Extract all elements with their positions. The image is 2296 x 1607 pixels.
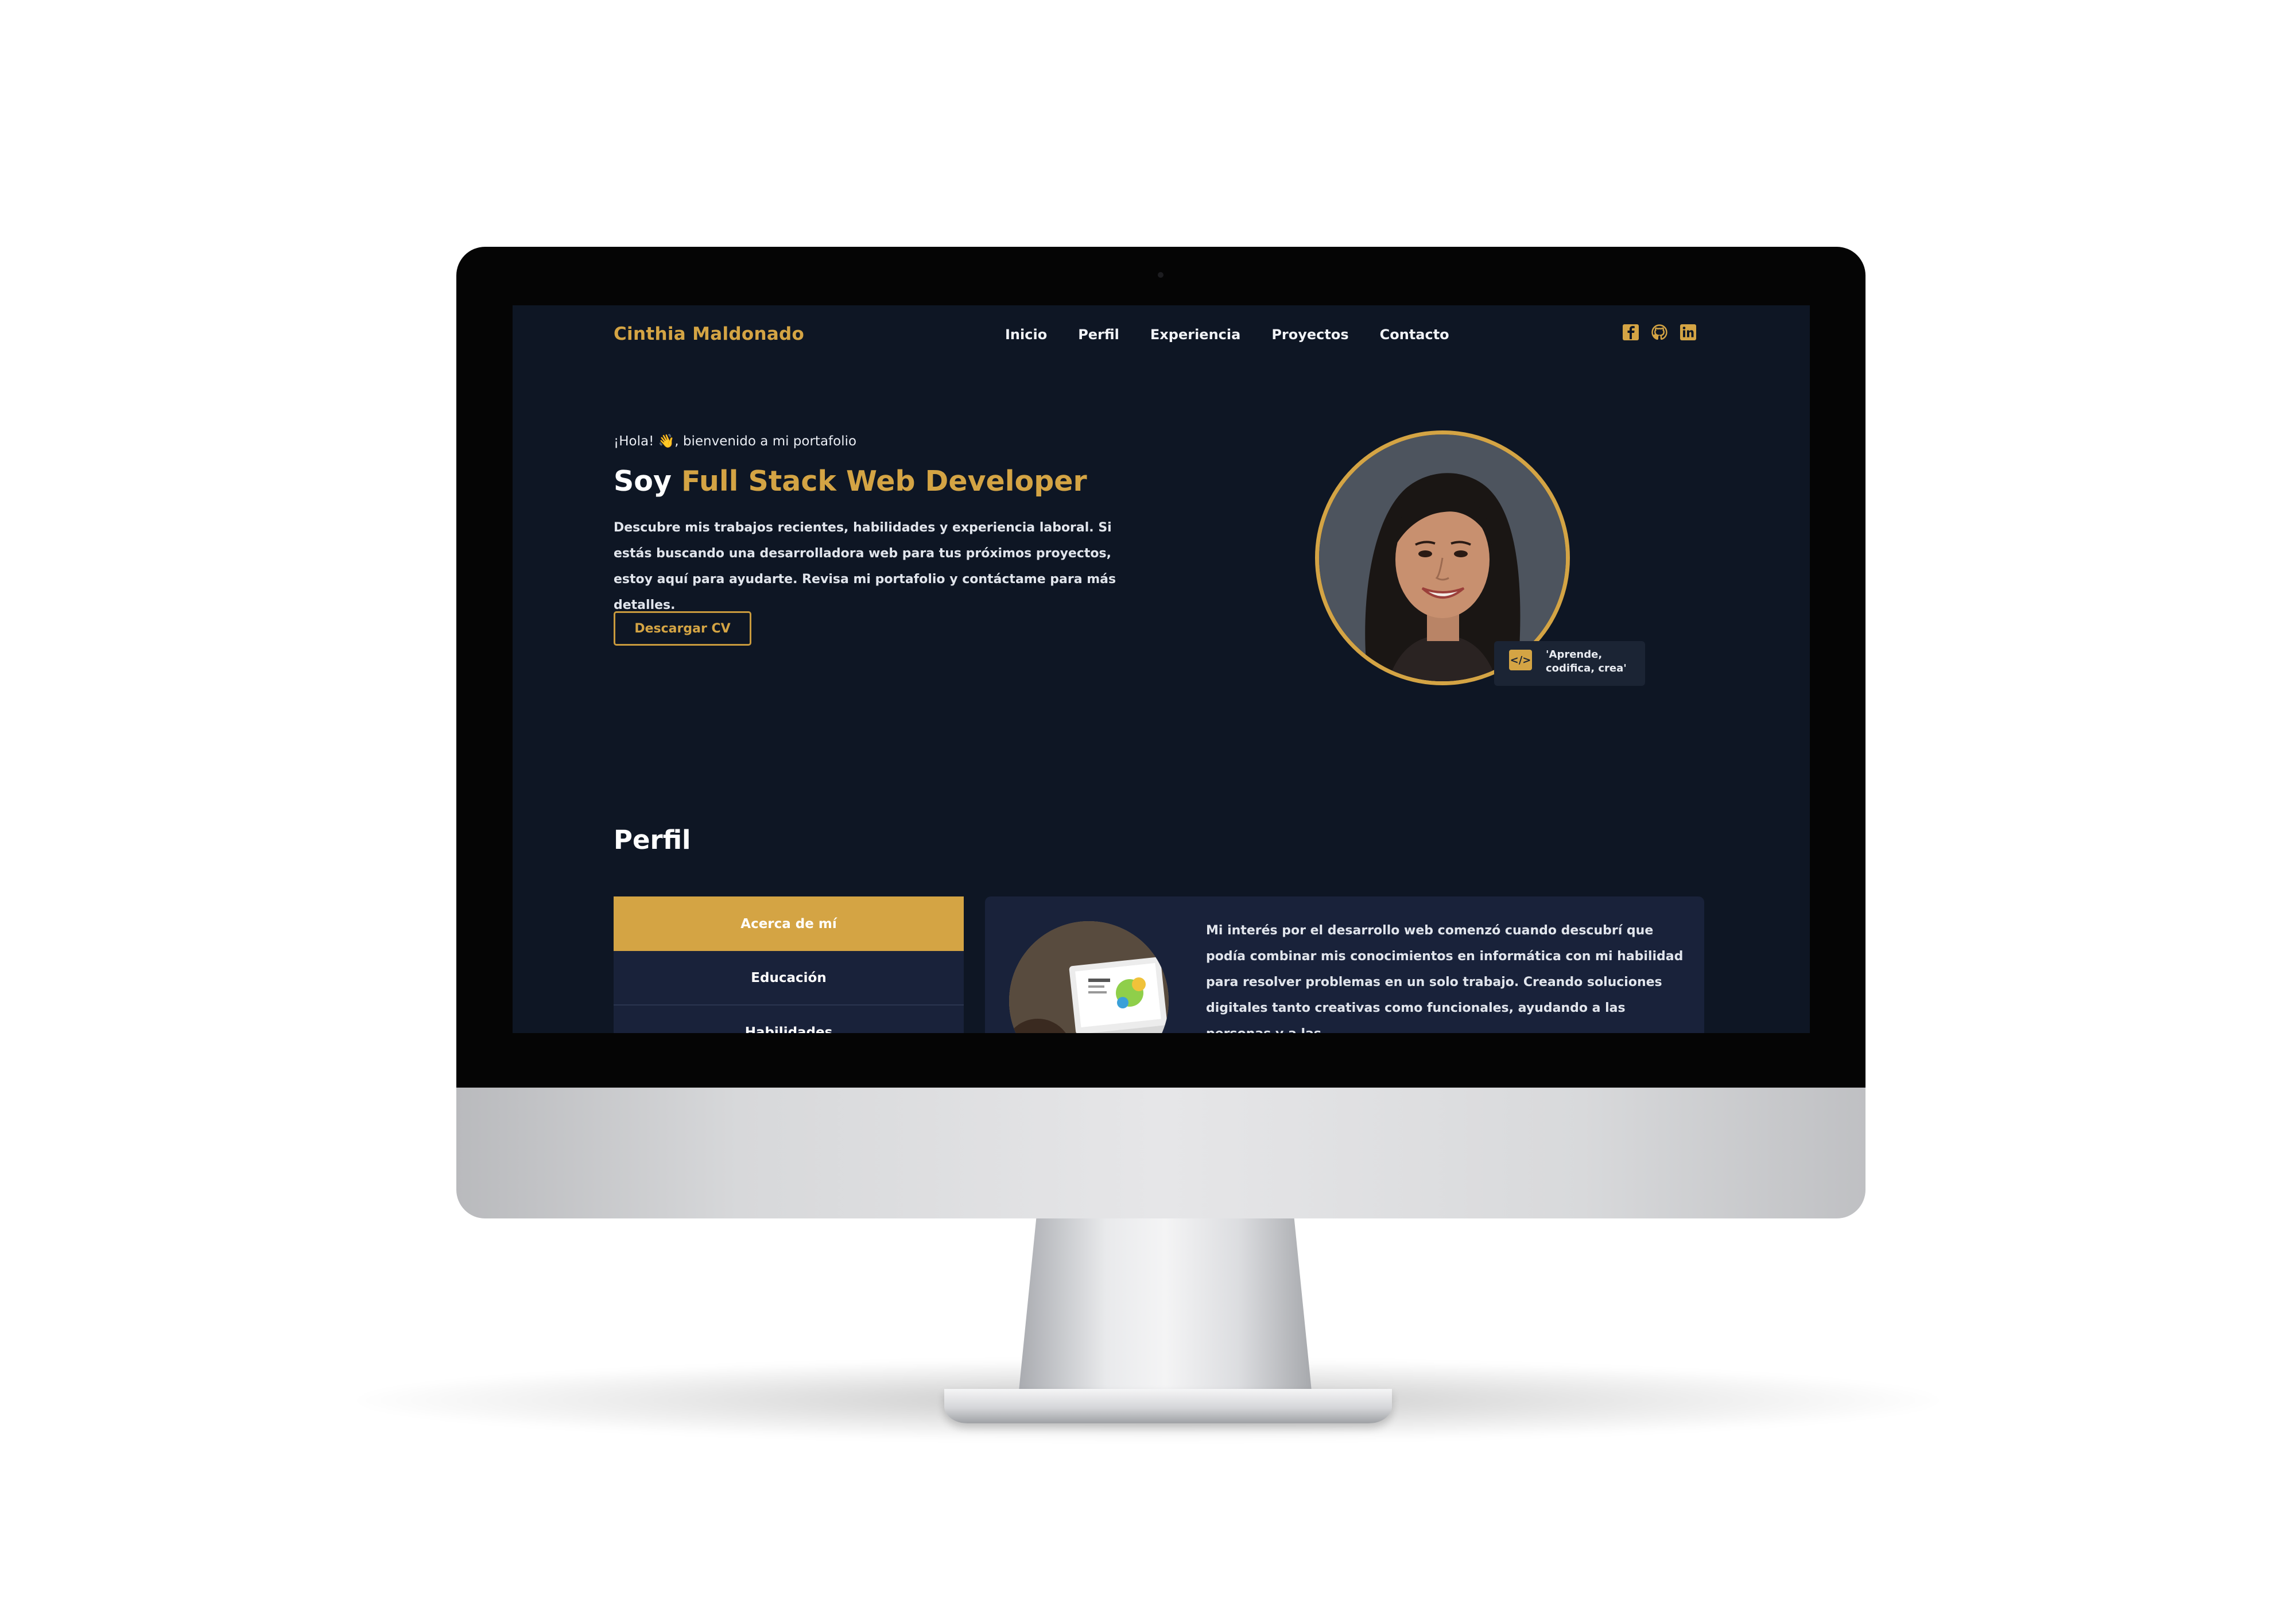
tab-acerca-de-mi[interactable]: Acerca de mí <box>614 896 964 951</box>
nav-item-inicio[interactable]: Inicio <box>1005 327 1047 343</box>
about-card: Mi interés por el desarrollo web comenzó… <box>985 896 1704 1033</box>
hero-title-prefix: Soy <box>614 465 681 498</box>
linkedin-icon[interactable] <box>1680 324 1697 341</box>
hero-greeting: ¡Hola! 👋, bienvenido a mi portafolio <box>614 434 857 449</box>
section-title-perfil: Perfil <box>614 825 691 855</box>
about-text: Mi interés por el desarrollo web comenzó… <box>1206 923 1684 1033</box>
nav-item-perfil[interactable]: Perfil <box>1078 327 1119 343</box>
code-icon: </> <box>1509 650 1532 670</box>
monitor-mockup: Cinthia Maldonado Inicio Perfil Experien… <box>0 0 2296 1607</box>
camera-dot <box>1158 272 1163 278</box>
social-links <box>1622 324 1697 341</box>
nav-item-contacto[interactable]: Contacto <box>1380 327 1449 343</box>
quote-text: 'Aprende, codifica, crea' <box>1546 649 1627 674</box>
brand-name[interactable]: Cinthia Maldonado <box>614 324 804 344</box>
monitor-stand-base <box>944 1389 1392 1423</box>
profile-tabs: Acerca de mí Educación Habilidades <box>614 896 964 1033</box>
tab-habilidades[interactable]: Habilidades <box>614 1006 964 1033</box>
monitor-stand <box>1019 1217 1312 1391</box>
tab-educacion[interactable]: Educación <box>614 951 964 1006</box>
github-icon[interactable] <box>1651 324 1668 341</box>
nav-item-experiencia[interactable]: Experiencia <box>1150 327 1240 343</box>
nav-item-proyectos[interactable]: Proyectos <box>1271 327 1348 343</box>
site-header: Cinthia Maldonado Inicio Perfil Experien… <box>513 305 1810 368</box>
download-cv-button[interactable]: Descargar CV <box>614 611 751 646</box>
hero-title-accent: Full Stack Web Developer <box>681 465 1087 498</box>
laptop-illustration <box>1009 921 1169 1033</box>
about-image <box>1009 921 1169 1033</box>
hero-title: Soy Full Stack Web Developer <box>614 465 1087 498</box>
main-nav: Inicio Perfil Experiencia Proyectos Cont… <box>1005 327 1449 343</box>
facebook-icon[interactable] <box>1622 324 1639 341</box>
portfolio-screen: Cinthia Maldonado Inicio Perfil Experien… <box>513 305 1810 1033</box>
hero-description: Descubre mis trabajos recientes, habilid… <box>614 521 1116 612</box>
quote-card: </> 'Aprende, codifica, crea' <box>1494 641 1645 686</box>
monitor-chin <box>456 1088 1865 1218</box>
